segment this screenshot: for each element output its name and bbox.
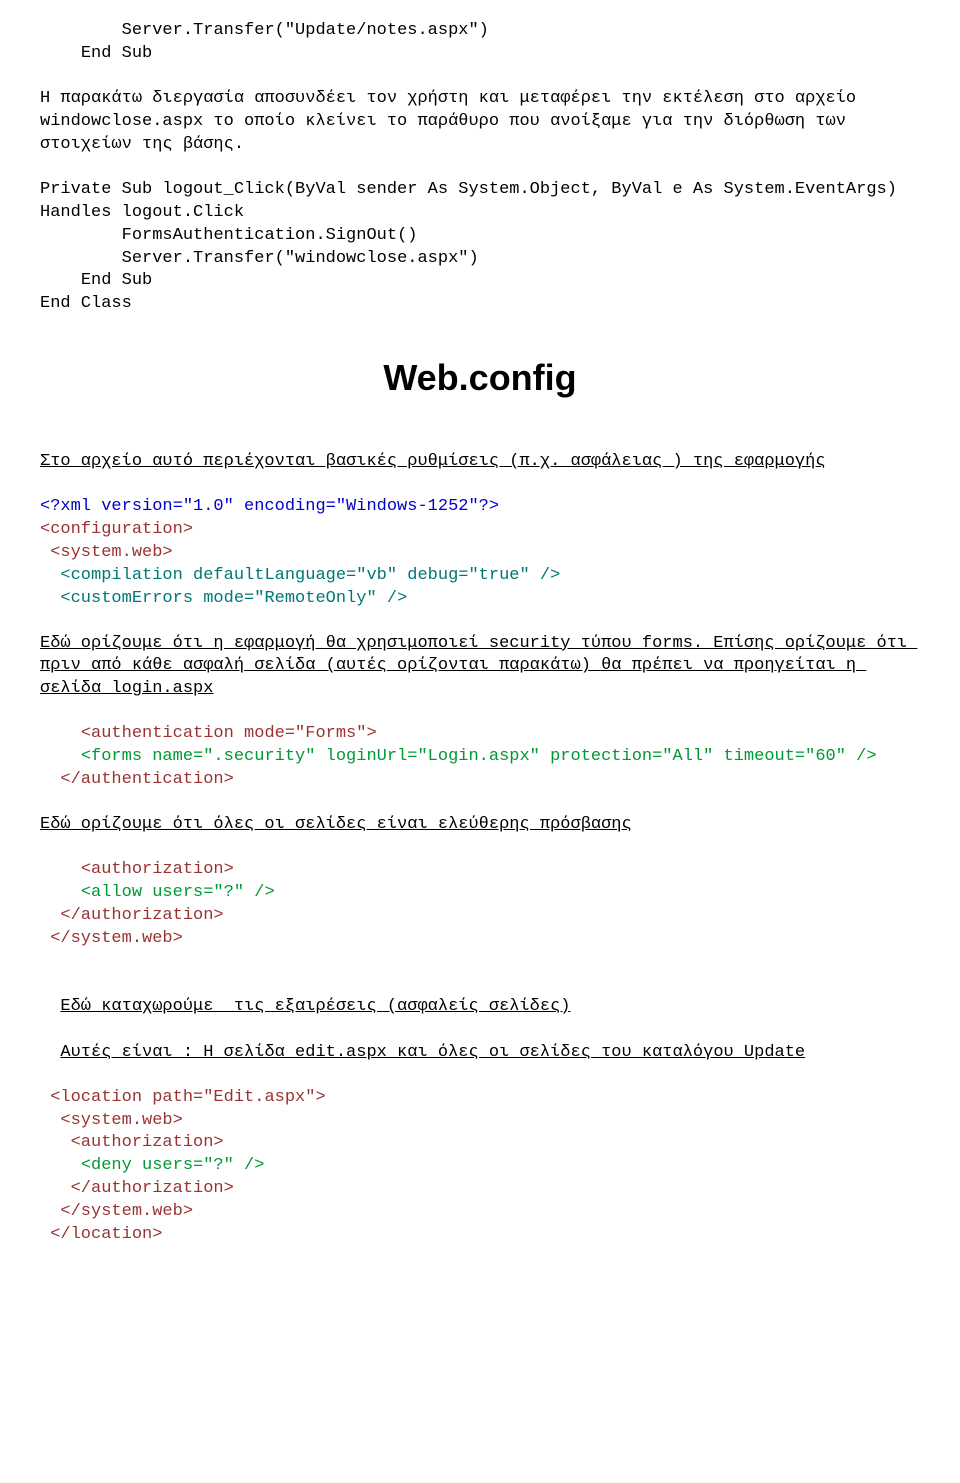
code-line: <location path="Edit.aspx">	[40, 1087, 920, 1110]
code-line: <compilation defaultLanguage="vb" debug=…	[40, 565, 920, 588]
code-line: <authorization>	[40, 859, 920, 882]
code-line: <authentication mode="Forms">	[40, 723, 920, 746]
code-line: <forms name=".security" loginUrl="Login.…	[40, 746, 920, 769]
code-line: FormsAuthentication.SignOut()	[40, 225, 920, 248]
section-heading: Web.config	[40, 354, 920, 403]
code-line: <system.web>	[40, 542, 920, 565]
code-line: </authorization>	[40, 1178, 920, 1201]
code-line: Server.Transfer("Update/notes.aspx")	[40, 20, 920, 43]
code-line: <?xml version="1.0" encoding="Windows-12…	[40, 496, 920, 519]
code-line: <authorization>	[40, 1132, 920, 1155]
code-line: Private Sub logout_Click(ByVal sender As…	[40, 179, 920, 225]
code-line: <configuration>	[40, 519, 920, 542]
code-line: </location>	[40, 1224, 920, 1247]
code-line: End Sub	[40, 43, 920, 66]
paragraph: Εδώ καταχωρούμε τις εξαιρέσεις (ασφαλείς…	[40, 973, 920, 1065]
code-line: </system.web>	[40, 928, 920, 951]
code-line: <deny users="?" />	[40, 1155, 920, 1178]
code-line: End Class	[40, 293, 920, 316]
text: Αυτές είναι : Η σελίδα edit.aspx και όλε…	[60, 1043, 805, 1062]
paragraph: Η παρακάτω διεργασία αποσυνδέει τον χρήσ…	[40, 88, 920, 157]
text: Εδώ καταχωρούμε τις εξαιρέσεις (ασφαλείς…	[60, 997, 570, 1016]
code-line: </authorization>	[40, 905, 920, 928]
code-line: <customErrors mode="RemoteOnly" />	[40, 588, 920, 611]
code-line: </authentication>	[40, 769, 920, 792]
code-line: Server.Transfer("windowclose.aspx")	[40, 248, 920, 271]
code-line: <system.web>	[40, 1110, 920, 1133]
code-line: </system.web>	[40, 1201, 920, 1224]
paragraph: Εδώ ορίζουμε ότι η εφαρμογή θα χρησιμοπο…	[40, 633, 920, 702]
code-line: <allow users="?" />	[40, 882, 920, 905]
paragraph: Εδώ ορίζουμε ότι όλες οι σελίδες είναι ε…	[40, 814, 920, 837]
code-line: End Sub	[40, 270, 920, 293]
paragraph: Στο αρχείο αυτό περιέχονται βασικές ρυθμ…	[40, 451, 920, 474]
